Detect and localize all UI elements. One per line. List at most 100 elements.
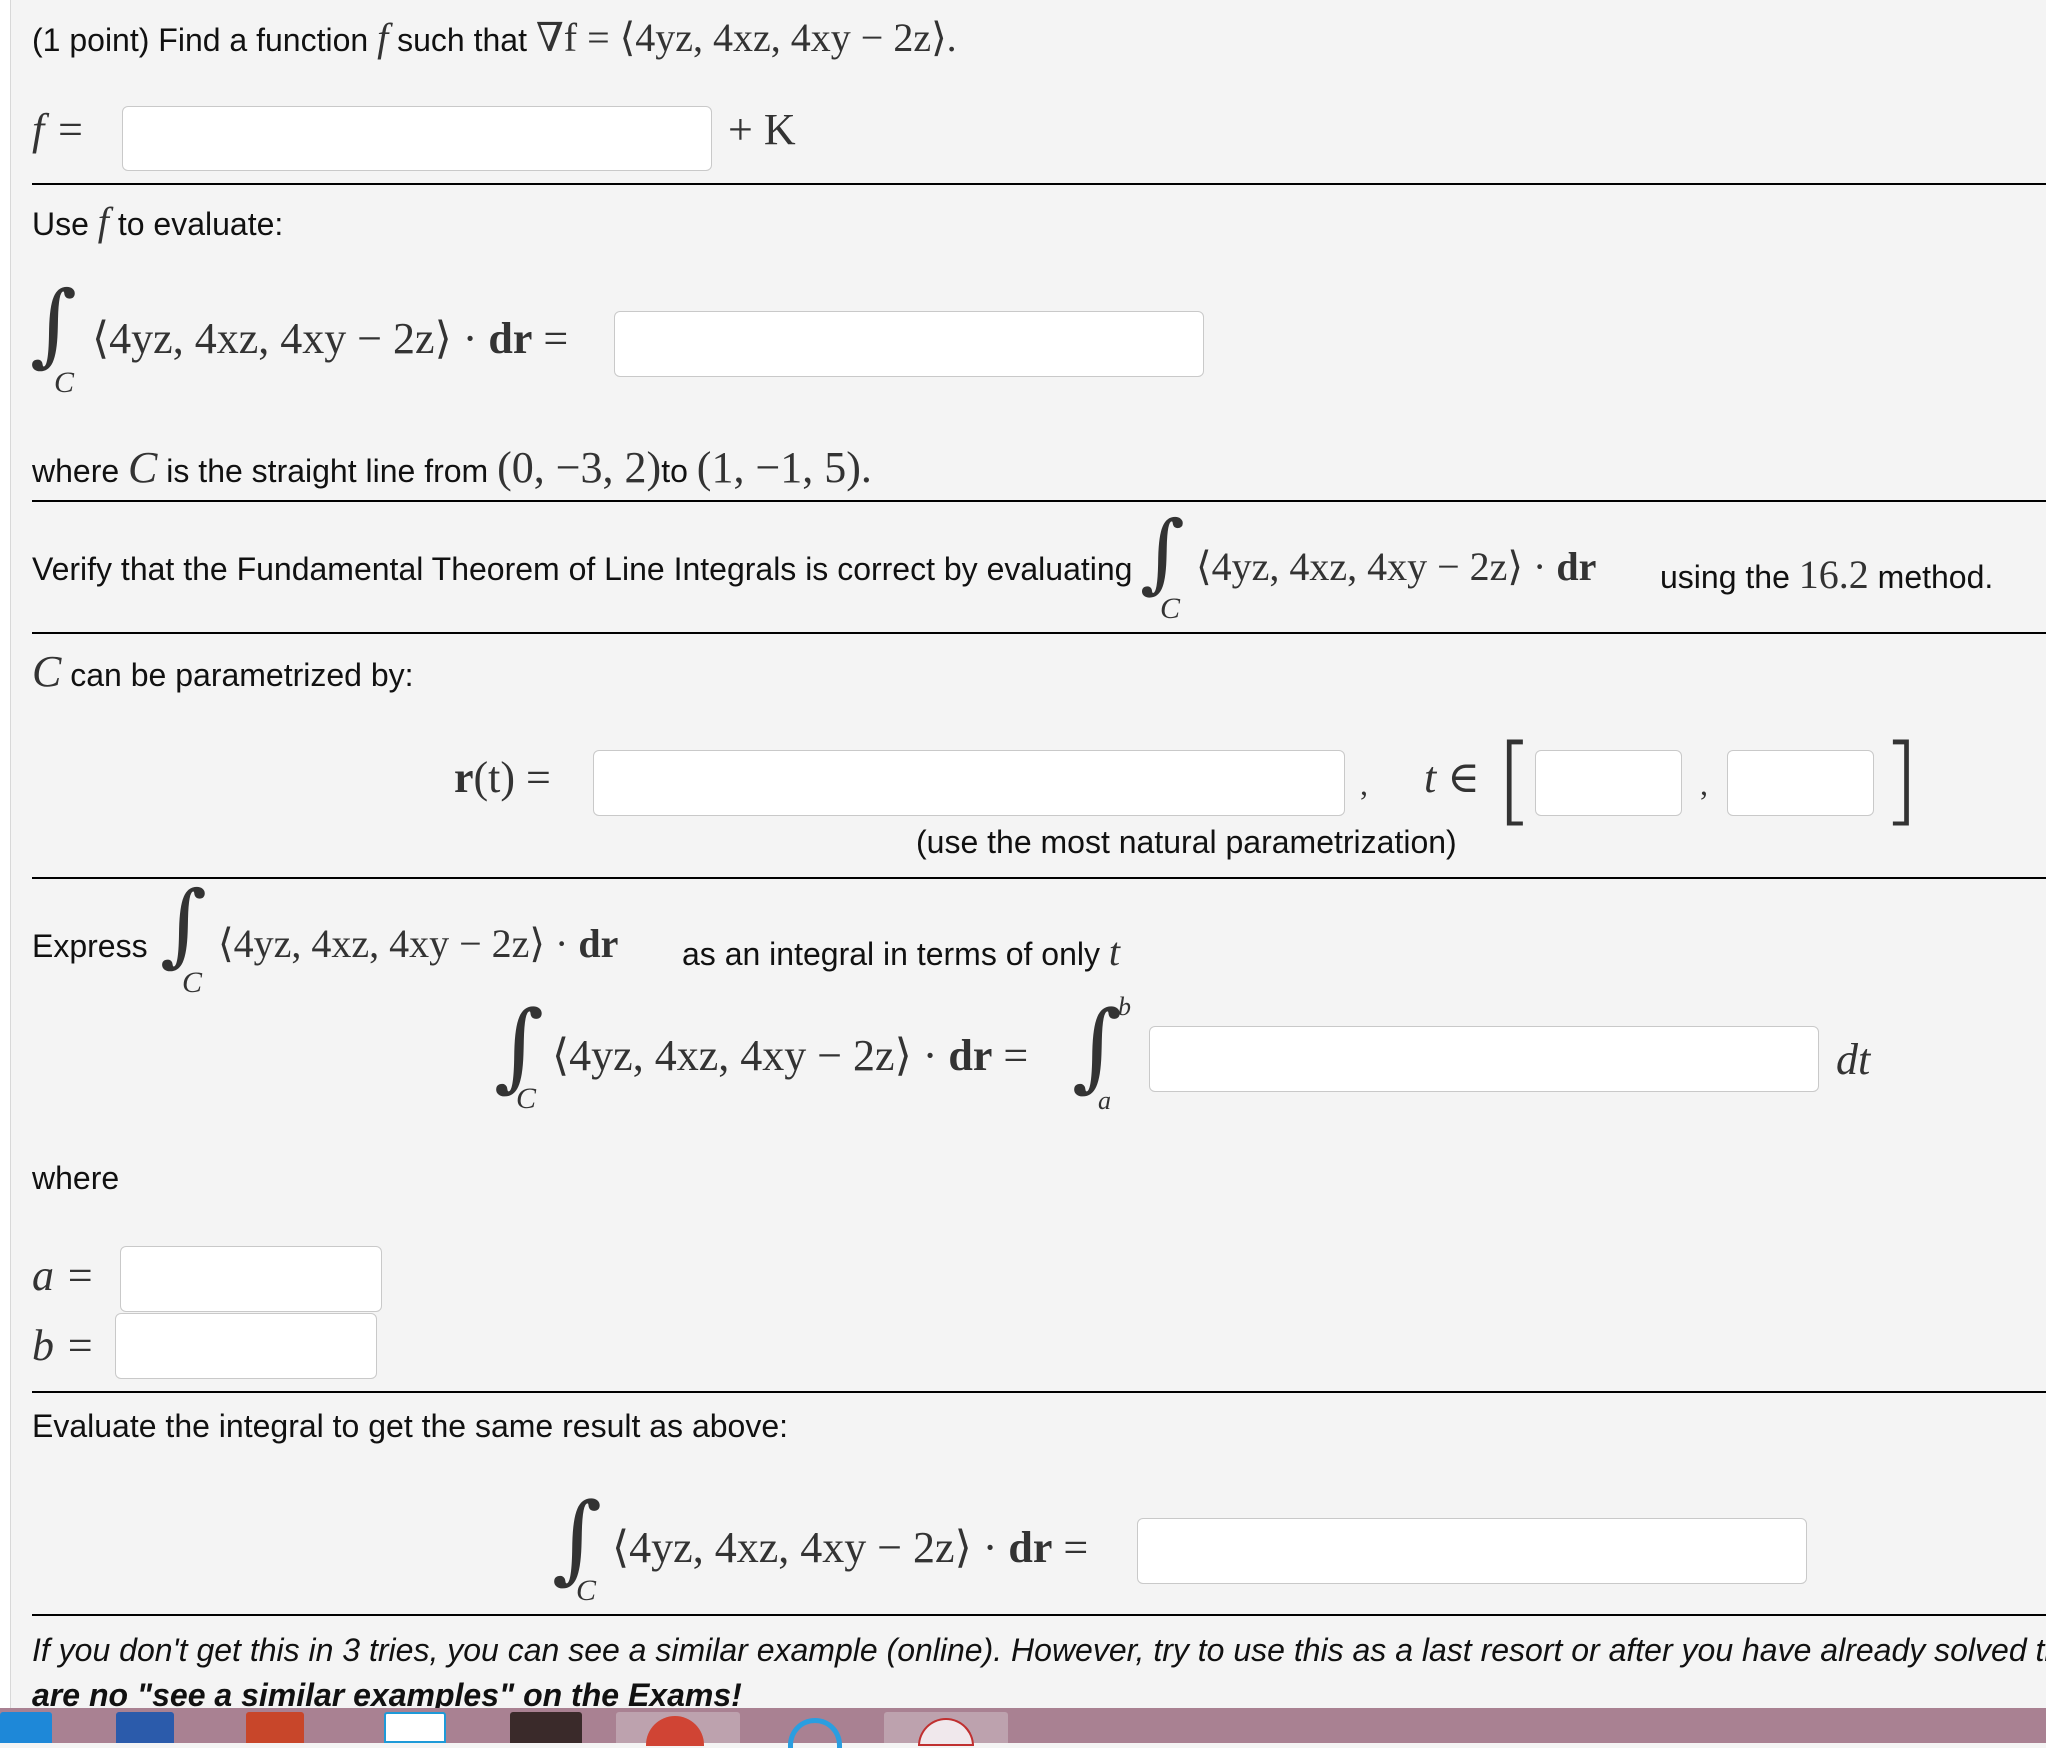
plus-k-label: + K (728, 105, 796, 154)
integral-sign-6: ∫ (552, 1482, 603, 1594)
t-var: t (1108, 929, 1120, 974)
right-bracket: ] (1882, 724, 1920, 836)
express-equation: ⟨4yz, 4xz, 4xy − 2z⟩ · dr = (552, 1030, 1028, 1081)
end-point: (1, −1, 5). (696, 443, 872, 492)
hint-note-line2: are no "see a similar examples" on the E… (32, 1677, 742, 1708)
f-var-2: f (97, 199, 109, 244)
divider-1 (32, 183, 2046, 185)
ie-logo (788, 1718, 842, 1748)
param-text: can be parametrized by: (70, 657, 414, 693)
dt-label: dt (1836, 1035, 1871, 1084)
final-eval-text: Evaluate the integral to get the same re… (32, 1408, 789, 1444)
divider-5 (32, 1391, 2046, 1393)
problem-statement: (1 point) Find a function f such that ∇f… (32, 14, 957, 61)
snipping-tool-icon[interactable] (884, 1712, 1008, 1746)
param-heading: C can be parametrized by: (32, 646, 414, 697)
where-label-2: where (32, 1160, 120, 1196)
f-var: f (377, 15, 389, 60)
t-lower-bound-input[interactable] (1535, 750, 1682, 816)
section-number: 16.2 (1798, 552, 1869, 597)
integral-sign-5: ∫ (1072, 990, 1123, 1102)
points-label: (1 point) Find a function (32, 22, 369, 58)
os-taskbar (0, 1708, 2046, 1743)
integrand-1: ⟨4yz, 4xz, 4xy − 2z⟩ · (92, 314, 489, 363)
curve-description: where C is the straight line from (0, −3… (32, 442, 872, 493)
integral-sign-1: ∫ (30, 272, 77, 377)
such-that-text: such that (397, 22, 527, 58)
line-integral-expr-1: ⟨4yz, 4xz, 4xy − 2z⟩ · dr = (92, 313, 568, 364)
integrand-6: ⟨4yz, 4xz, 4xy − 2z⟩ · (612, 1523, 1009, 1572)
using-label: using the (1660, 559, 1790, 595)
dr-3: dr (578, 921, 619, 966)
c-var: C (128, 443, 158, 492)
express-label: Express (32, 928, 148, 964)
method-label: method. (1877, 559, 1994, 595)
express-tail: as an integral in terms of only t (682, 928, 1120, 975)
interval-comma: , (1700, 766, 1708, 802)
divider-2 (32, 500, 2046, 502)
divider-4 (32, 877, 2046, 879)
use-label: Use (32, 206, 89, 242)
c-var-2: C (32, 647, 62, 696)
dr-2: dr (1556, 544, 1597, 589)
final-answer-input[interactable] (1137, 1518, 1807, 1584)
windows-start-icon[interactable] (0, 1712, 52, 1743)
start-point: (0, −3, 2) (497, 443, 662, 492)
r-arg: (t) = (473, 753, 551, 802)
chrome-logo (646, 1716, 704, 1746)
f-equals-label: f = (32, 105, 85, 154)
use-f-text: Use f to evaluate: (32, 198, 283, 245)
integrand-2: ⟨4yz, 4xz, 4xy − 2z⟩ · (1196, 544, 1557, 589)
r-of-t-label: r(t) = (454, 752, 551, 803)
divider-6 (32, 1614, 2046, 1616)
dr-6: dr (1008, 1523, 1053, 1572)
equals-4: = (1003, 1031, 1029, 1080)
r-bold: r (454, 753, 474, 802)
line-integral-answer-input[interactable] (614, 311, 1204, 377)
integral-subscript-c-4: C (516, 1082, 537, 1115)
integral-sign-3: ∫ (160, 872, 207, 977)
parametrization-input[interactable] (593, 750, 1345, 816)
lower-limit-a: a (1098, 1086, 1111, 1115)
integrand-3: ⟨4yz, 4xz, 4xy − 2z⟩ · (218, 921, 579, 966)
dr-1: dr (488, 314, 533, 363)
as-integral-text: as an integral in terms of only (682, 936, 1100, 972)
where-label: where (32, 453, 120, 489)
integral-subscript-c-2: C (1160, 592, 1181, 625)
upper-limit-b: b (1118, 992, 1131, 1021)
integral-sign-4: ∫ (494, 990, 545, 1102)
b-equals-label: b = (32, 1321, 95, 1370)
line-text: is the straight line from (166, 453, 489, 489)
divider-3 (32, 632, 2046, 634)
left-border (0, 0, 11, 1708)
verify-integrand: ⟨4yz, 4xz, 4xy − 2z⟩ · dr (1196, 543, 1596, 590)
param-comma: , (1360, 766, 1368, 802)
to-label: to (661, 453, 688, 489)
a-input[interactable] (120, 1246, 382, 1312)
snipping-logo (918, 1718, 974, 1746)
to-evaluate-label: to evaluate: (117, 206, 284, 242)
word-icon[interactable] (116, 1712, 174, 1743)
chrome-icon[interactable] (616, 1712, 740, 1746)
integral-sign-2: ∫ (1140, 503, 1185, 603)
equals-6: = (1063, 1523, 1089, 1572)
integral-subscript-c-3: C (182, 966, 203, 999)
a-equals-label: a = (32, 1251, 95, 1300)
integrand-4: ⟨4yz, 4xz, 4xy − 2z⟩ · (552, 1031, 949, 1080)
b-input[interactable] (115, 1313, 377, 1379)
left-bracket: [ (1496, 724, 1534, 836)
t-integrand-input[interactable] (1149, 1026, 1819, 1092)
paint-icon[interactable] (510, 1712, 582, 1743)
webwork-problem-page: (1 point) Find a function f such that ∇f… (0, 0, 2046, 1708)
powerpoint-icon[interactable] (246, 1712, 304, 1743)
dr-4: dr (948, 1031, 993, 1080)
t-upper-bound-input[interactable] (1727, 750, 1874, 816)
integral-subscript-c-6: C (576, 1574, 597, 1607)
internet-explorer-icon[interactable] (780, 1712, 850, 1748)
final-equation: ⟨4yz, 4xz, 4xy − 2z⟩ · dr = (612, 1522, 1088, 1573)
pcloud-icon[interactable] (384, 1712, 446, 1743)
potential-function-input[interactable] (122, 106, 712, 171)
param-hint: (use the most natural parametrization) (916, 824, 1457, 860)
gradient-expression: ∇f = ⟨4yz, 4xz, 4xy − 2z⟩. (535, 15, 957, 60)
verify-tail: using the 16.2 method. (1660, 551, 1993, 598)
